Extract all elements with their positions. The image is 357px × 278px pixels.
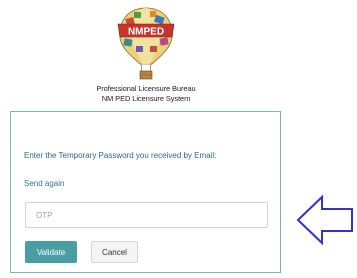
nmped-logo: NMPED bbox=[112, 4, 180, 84]
cancel-button[interactable]: Cancel bbox=[91, 241, 138, 263]
logo-text: NMPED bbox=[128, 27, 164, 38]
system-name: NM PED Licensure System bbox=[101, 93, 191, 103]
hot-air-balloon-logo: NMPED bbox=[117, 7, 175, 80]
organization-header: Professional Licensure Bureau NM PED Lic… bbox=[40, 84, 252, 103]
validate-button[interactable]: Validate bbox=[25, 241, 77, 263]
org-name: Professional Licensure Bureau bbox=[96, 84, 196, 93]
otp-card: Enter the Temporary Password you receive… bbox=[10, 111, 281, 273]
otp-prompt-text: Enter the Temporary Password you receive… bbox=[24, 151, 217, 160]
otp-input[interactable] bbox=[25, 202, 268, 228]
send-again-link[interactable]: Send again bbox=[24, 179, 64, 188]
left-arrow-outline-icon bbox=[296, 194, 354, 246]
